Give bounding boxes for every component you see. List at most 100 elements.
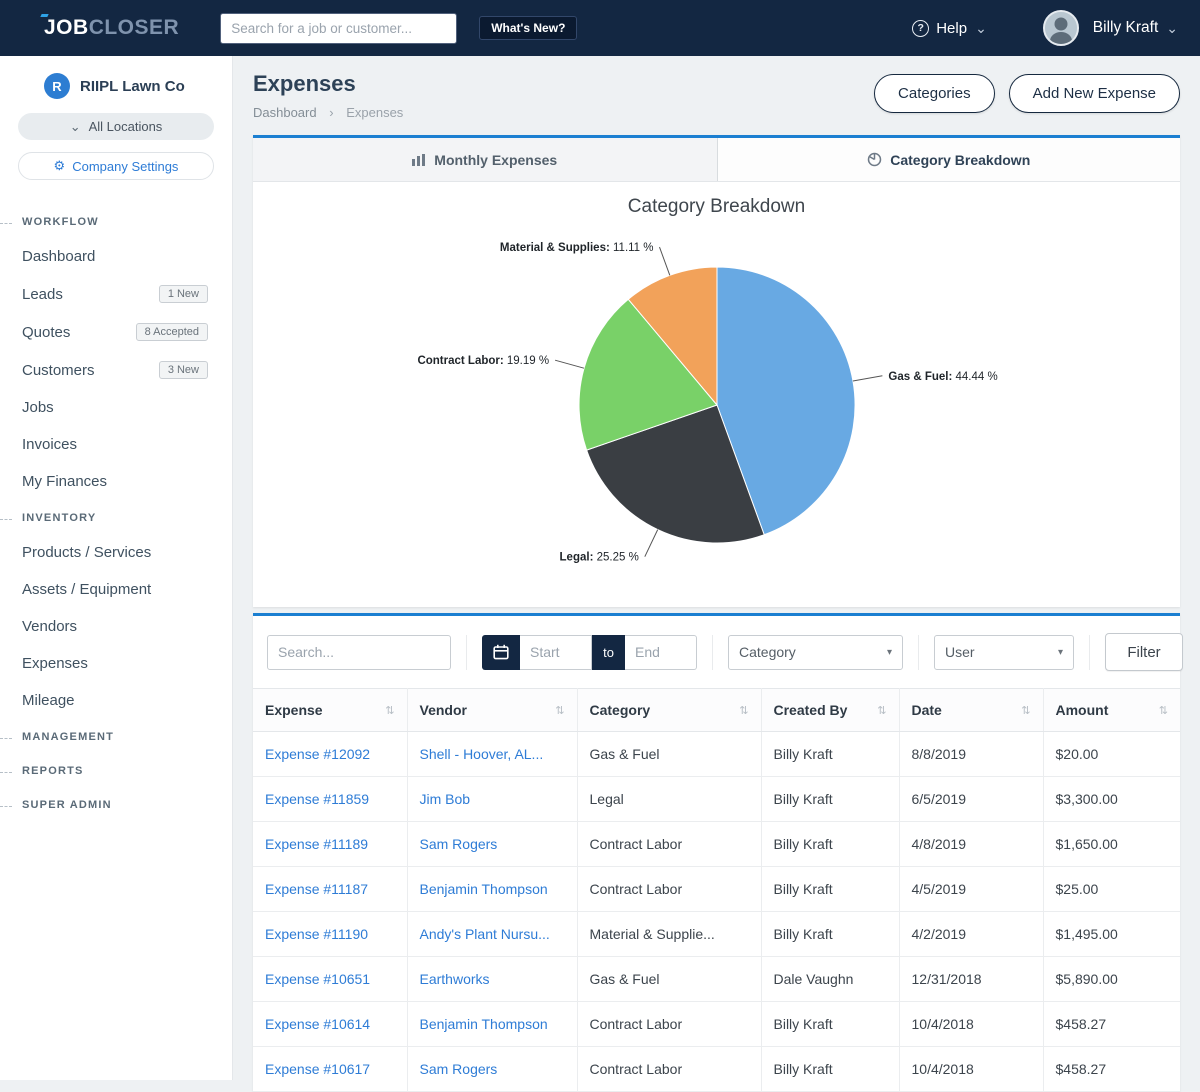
created-by-cell: Billy Kraft (761, 1002, 899, 1047)
vendor-link[interactable]: Jim Bob (420, 791, 471, 807)
table-card: to Category ▾ User ▾ Filter (253, 613, 1180, 1092)
amount-cell: $458.27 (1043, 1047, 1180, 1092)
chevron-down-icon[interactable]: ⌄ (1166, 23, 1178, 33)
global-search-input[interactable] (220, 13, 457, 44)
sidebar-item-vendors[interactable]: Vendors (0, 608, 232, 645)
help-menu[interactable]: ? Help ⌄ (912, 20, 987, 37)
col-header-created-by[interactable]: Created By⇅ (761, 689, 899, 732)
vendor-link[interactable]: Earthworks (420, 971, 490, 987)
end-date-input[interactable] (625, 635, 697, 670)
table-row: Expense #10651 Earthworks Gas & Fuel Dal… (253, 957, 1180, 1002)
breadcrumb-dashboard[interactable]: Dashboard (253, 105, 317, 120)
logo-accent-icon (40, 14, 48, 17)
help-label: Help (936, 20, 967, 37)
add-new-expense-button[interactable]: Add New Expense (1009, 74, 1180, 113)
whats-new-button[interactable]: What's New? (479, 16, 577, 40)
category-cell: Contract Labor (577, 822, 761, 867)
amount-cell: $1,495.00 (1043, 912, 1180, 957)
expense-link[interactable]: Expense #12092 (265, 746, 370, 762)
user-avatar[interactable] (1043, 10, 1079, 46)
sidebar-item-mileage[interactable]: Mileage (0, 682, 232, 719)
category-cell: Contract Labor (577, 867, 761, 912)
created-by-cell: Billy Kraft (761, 822, 899, 867)
created-by-cell: Billy Kraft (761, 867, 899, 912)
col-header-category[interactable]: Category⇅ (577, 689, 761, 732)
expense-link[interactable]: Expense #11189 (265, 836, 368, 852)
filter-button[interactable]: Filter (1105, 633, 1183, 671)
company-name: RIIPL Lawn Co (80, 78, 185, 95)
sort-icon[interactable]: ⇅ (739, 704, 748, 717)
quotes-badge: 8 Accepted (136, 323, 208, 341)
category-select[interactable]: Category ▾ (728, 635, 903, 670)
section-header-inventory[interactable]: INVENTORY (0, 500, 232, 534)
logo-text-secondary: CLOSER (89, 16, 180, 39)
start-date-input[interactable] (520, 635, 592, 670)
date-cell: 12/31/2018 (899, 957, 1043, 1002)
section-header-reports[interactable]: REPORTS (0, 753, 232, 787)
sidebar-item-expenses[interactable]: Expenses (0, 645, 232, 682)
section-header-management[interactable]: MANAGEMENT (0, 719, 232, 753)
expense-link[interactable]: Expense #11859 (265, 791, 369, 807)
sidebar-item-assets-equipment[interactable]: Assets / Equipment (0, 571, 232, 608)
chevron-down-icon: ⌄ (70, 123, 81, 131)
expense-link[interactable]: Expense #10651 (265, 971, 370, 987)
tab-monthly-expenses[interactable]: Monthly Expenses (253, 138, 717, 181)
categories-button[interactable]: Categories (874, 74, 995, 113)
vendor-link[interactable]: Benjamin Thompson (420, 1016, 548, 1032)
section-header-super-admin[interactable]: SUPER ADMIN (0, 787, 232, 821)
filter-row: to Category ▾ User ▾ Filter (253, 616, 1180, 688)
locations-dropdown[interactable]: ⌄ All Locations (18, 113, 214, 140)
category-cell: Contract Labor (577, 1047, 761, 1092)
sort-icon[interactable]: ⇅ (385, 704, 394, 717)
sidebar-item-dashboard[interactable]: Dashboard (0, 238, 232, 275)
col-header-vendor[interactable]: Vendor⇅ (407, 689, 577, 732)
category-filter-group: Category ▾ (713, 635, 919, 670)
vendor-link[interactable]: Sam Rogers (420, 836, 498, 852)
vendor-link[interactable]: Sam Rogers (420, 1061, 498, 1077)
date-cell: 10/4/2018 (899, 1047, 1043, 1092)
pie-slice-label: Gas & Fuel: 44.44 % (888, 371, 997, 383)
sidebar-item-invoices[interactable]: Invoices (0, 426, 232, 463)
sort-icon[interactable]: ⇅ (1021, 704, 1030, 717)
vendor-link[interactable]: Benjamin Thompson (420, 881, 548, 897)
sidebar-item-quotes[interactable]: Quotes8 Accepted (0, 313, 232, 351)
tab-category-breakdown[interactable]: Category Breakdown (717, 138, 1181, 181)
section-header-workflow[interactable]: WORKFLOW (0, 204, 232, 238)
created-by-cell: Billy Kraft (761, 777, 899, 822)
page-header: Expenses Dashboard › Expenses Categories… (253, 71, 1180, 120)
company-settings-button[interactable]: ⚙ Company Settings (18, 152, 214, 180)
expense-link[interactable]: Expense #11187 (265, 881, 368, 897)
category-cell: Gas & Fuel (577, 957, 761, 1002)
user-select[interactable]: User ▾ (934, 635, 1074, 670)
expense-link[interactable]: Expense #10614 (265, 1016, 370, 1032)
chart-card: Monthly Expenses Category Breakdown Cate… (253, 135, 1180, 607)
col-header-date[interactable]: Date⇅ (899, 689, 1043, 732)
sidebar-item-my-finances[interactable]: My Finances (0, 463, 232, 500)
navbar-right: ? Help ⌄ Billy Kraft ⌄ (912, 10, 1178, 46)
pie-slice-label: Legal: 25.25 % (560, 552, 639, 564)
col-header-expense[interactable]: Expense⇅ (253, 689, 407, 732)
sort-icon[interactable]: ⇅ (877, 704, 886, 717)
sidebar-item-customers[interactable]: Customers3 New (0, 351, 232, 389)
app-logo[interactable]: JOBCLOSER (44, 16, 179, 40)
sidebar-item-jobs[interactable]: Jobs (0, 389, 232, 426)
sort-icon[interactable]: ⇅ (1159, 704, 1168, 717)
vendor-link[interactable]: Andy's Plant Nursu... (420, 926, 550, 942)
sidebar-item-products-services[interactable]: Products / Services (0, 534, 232, 571)
expense-link[interactable]: Expense #11190 (265, 926, 368, 942)
pie-chart: Gas & Fuel: 44.44 %Legal: 25.25 %Contrac… (253, 222, 1178, 594)
col-header-amount[interactable]: Amount⇅ (1043, 689, 1180, 732)
sort-icon[interactable]: ⇅ (555, 704, 564, 717)
filter-button-group: Filter (1090, 633, 1198, 671)
sidebar-item-leads[interactable]: Leads1 New (0, 275, 232, 313)
date-cell: 4/5/2019 (899, 867, 1043, 912)
vendor-link[interactable]: Shell - Hoover, AL... (420, 746, 544, 762)
expense-link[interactable]: Expense #10617 (265, 1061, 370, 1077)
calendar-button[interactable] (482, 635, 520, 670)
pie-chart-icon (867, 152, 882, 167)
date-range-group: to (467, 635, 713, 670)
user-menu[interactable]: Billy Kraft (1093, 19, 1158, 37)
pie-slice-label: Material & Supplies: 11.11 % (500, 242, 654, 254)
expense-search-input[interactable] (267, 635, 451, 670)
avatar-silhouette-icon (1045, 12, 1077, 44)
